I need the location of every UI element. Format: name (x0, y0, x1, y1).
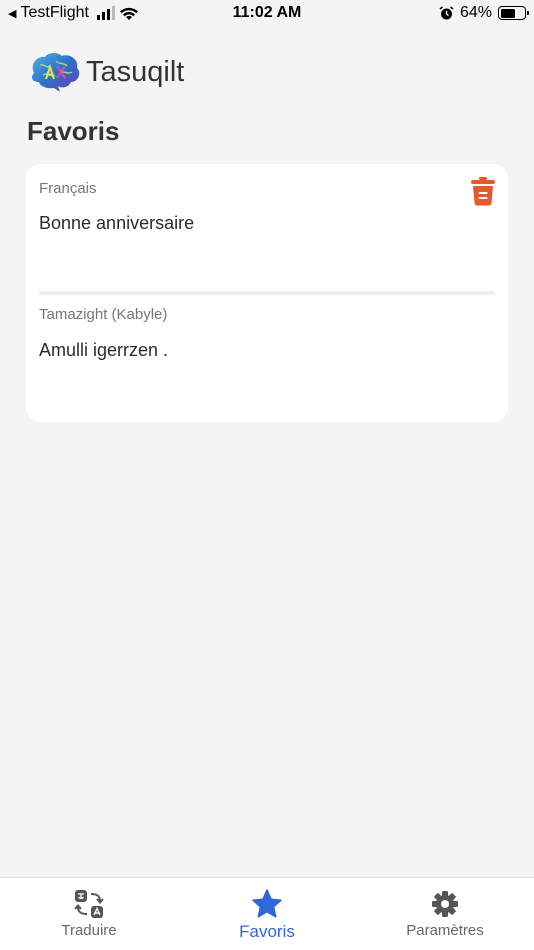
tab-translate-label: Traduire (61, 922, 117, 939)
source-phrase: Bonne anniversaire (39, 213, 195, 233)
source-language-label: Français (39, 180, 97, 197)
screen: 11:02 AM ◀ TestFlight 64% Tasuqilt Favor… (0, 0, 534, 950)
tab-favorites[interactable]: Favoris (178, 878, 356, 950)
card-divider (39, 291, 495, 295)
battery-fill (500, 8, 516, 18)
alarm-icon (439, 5, 454, 19)
tab-bar: Traduire Favoris Paramètres (0, 877, 534, 950)
status-carrier[interactable]: TestFlight (20, 4, 88, 22)
battery-icon (498, 6, 529, 20)
tab-favorites-label: Favoris (239, 922, 295, 941)
target-language-label: Tamazight (Kabyle) (39, 306, 168, 323)
app-name: Tasuqilt (86, 55, 185, 88)
target-phrase: Amulli igerrzen . (39, 340, 169, 360)
delete-favorite-button[interactable] (470, 176, 496, 206)
back-arrow-icon[interactable]: ◀ (8, 7, 16, 20)
brain-logo-icon (31, 53, 80, 92)
tab-settings[interactable]: Paramètres (356, 878, 534, 950)
star-icon (252, 889, 282, 918)
tab-settings-label: Paramètres (406, 922, 484, 939)
gear-icon (432, 891, 458, 917)
app-header: Tasuqilt (28, 50, 184, 94)
signal-icon (96, 6, 115, 20)
status-left: ◀ TestFlight (8, 4, 139, 22)
favorite-card: Français Bonne anniversaire Tamazight (K… (26, 164, 508, 422)
translate-icon (74, 890, 104, 918)
page-title: Favoris (27, 116, 120, 146)
status-bar: 11:02 AM ◀ TestFlight 64% (0, 0, 534, 28)
tab-translate[interactable]: Traduire (0, 878, 178, 950)
battery-percent: 64% (459, 4, 492, 21)
wifi-icon (119, 7, 138, 20)
trash-icon (471, 177, 495, 206)
status-right: 64% (439, 4, 529, 22)
